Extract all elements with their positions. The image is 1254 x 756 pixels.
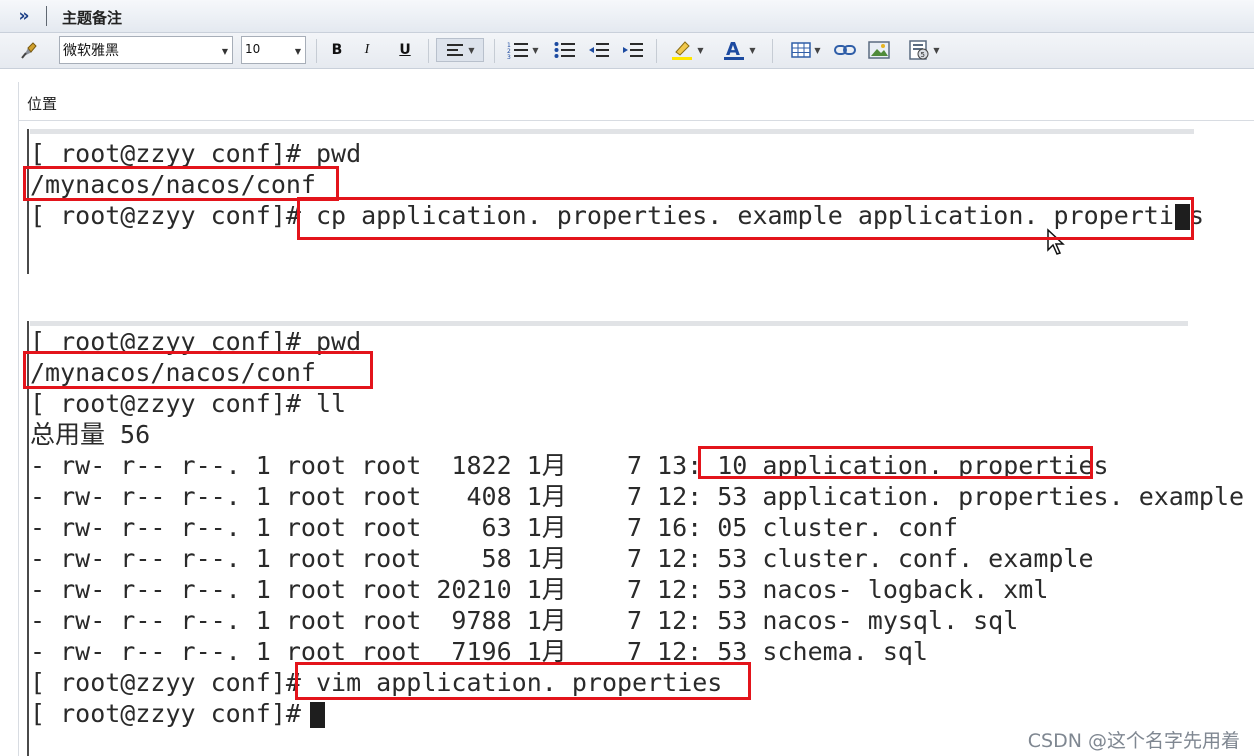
chevron-down-icon: ▼	[697, 45, 704, 55]
chevron-down-icon: ▼	[749, 45, 756, 55]
font-size-select[interactable]: 10 ▼	[241, 36, 306, 64]
table-icon	[791, 42, 812, 58]
highlight-button[interactable]: ▼	[664, 38, 710, 62]
content-border	[18, 82, 19, 756]
bullet-list-icon	[554, 42, 575, 58]
font-color-button[interactable]: A ▼	[716, 38, 762, 62]
highlight-box	[23, 166, 339, 201]
highlight-box	[23, 351, 373, 389]
panel-header: » 主题备注	[0, 0, 1254, 33]
italic-button[interactable]: I	[356, 38, 378, 62]
terminal-line: [ root@zzyy conf]#	[30, 699, 316, 728]
terminal-line: - rw- r-- r--. 1 root root 20210 1月 7 12…	[30, 575, 1049, 604]
numbered-list-button[interactable]: 1 2 3 ▼	[502, 38, 544, 62]
svg-text:A: A	[726, 39, 740, 60]
chevron-down-icon: ▼	[294, 47, 301, 56]
terminal-left-edge	[27, 129, 29, 274]
align-left-icon	[447, 44, 464, 56]
chevron-down-icon: ▼	[814, 45, 821, 55]
toolbar-separator	[772, 39, 773, 63]
formatting-toolbar: 微软雅黑 ▼ 10 ▼ B I U ▼ 1 2 3 ▼ ▼ A ▼ ▼ 5 ▼	[0, 33, 1254, 69]
highlight-box	[698, 446, 1093, 479]
chevron-down-icon: ▼	[933, 45, 940, 55]
toolbar-separator	[428, 39, 429, 63]
font-size-value: 10	[245, 42, 261, 56]
highlighter-icon	[672, 41, 693, 60]
align-button[interactable]: ▼	[436, 38, 484, 62]
highlight-box	[295, 662, 751, 700]
indent-icon	[623, 43, 643, 57]
chevron-down-icon: ▼	[532, 45, 539, 55]
insert-link-button[interactable]	[832, 38, 858, 62]
numbered-list-icon: 1 2 3	[507, 42, 529, 59]
terminal-line: - rw- r-- r--. 1 root root 63 1月 7 16: 0…	[30, 513, 959, 542]
highlight-box	[297, 197, 1194, 240]
terminal-line: - rw- r-- r--. 1 root root 58 1月 7 12: 5…	[30, 544, 1094, 573]
terminal-cursor	[310, 702, 325, 728]
indent-button[interactable]	[620, 38, 646, 62]
insert-image-button[interactable]	[866, 38, 892, 62]
underline-button[interactable]: U	[394, 38, 416, 62]
chevron-down-icon: ▼	[221, 47, 228, 56]
italic-label: I	[364, 42, 370, 57]
terminal-line: - rw- r-- r--. 1 root root 408 1月 7 12: …	[30, 482, 1245, 511]
bold-label: B	[331, 42, 343, 58]
outdent-button[interactable]	[586, 38, 612, 62]
chevron-down-icon: ▼	[468, 45, 475, 55]
terminal-top-edge	[30, 129, 1194, 134]
terminal-line: [ root@zzyy conf]# ll	[30, 389, 347, 418]
toolbar-separator	[494, 39, 495, 63]
attachment-icon: 5	[909, 40, 929, 60]
svg-text:5: 5	[921, 51, 925, 59]
pin-icon[interactable]	[14, 38, 44, 62]
underline-label: U	[399, 42, 411, 58]
location-label: 位置	[27, 95, 58, 113]
image-icon	[868, 41, 890, 59]
outdent-icon	[589, 43, 609, 57]
terminal-line: - rw- r-- r--. 1 root root 9788 1月 7 12:…	[30, 606, 1019, 635]
link-icon	[834, 45, 856, 55]
insert-table-button[interactable]: ▼	[784, 38, 828, 62]
svg-text:3: 3	[507, 54, 511, 59]
watermark: CSDN @这个名字先用着	[1027, 730, 1240, 752]
font-family-select[interactable]: 微软雅黑 ▼	[59, 36, 233, 64]
bold-button[interactable]: B	[326, 38, 348, 62]
toolbar-separator	[656, 39, 657, 63]
terminal-line: [ root@zzyy conf]# pwd	[30, 139, 362, 168]
insert-attachment-button[interactable]: 5 ▼	[902, 38, 946, 62]
location-divider	[18, 120, 1254, 121]
panel-title: 主题备注	[62, 9, 123, 27]
font-color-icon: A	[724, 39, 745, 60]
terminal-line: 总用量 56	[30, 420, 151, 449]
header-divider	[46, 6, 47, 26]
toolbar-separator	[316, 39, 317, 63]
font-family-value: 微软雅黑	[63, 43, 119, 59]
collapse-button[interactable]: »	[12, 5, 36, 27]
bullet-list-button[interactable]	[552, 38, 578, 62]
